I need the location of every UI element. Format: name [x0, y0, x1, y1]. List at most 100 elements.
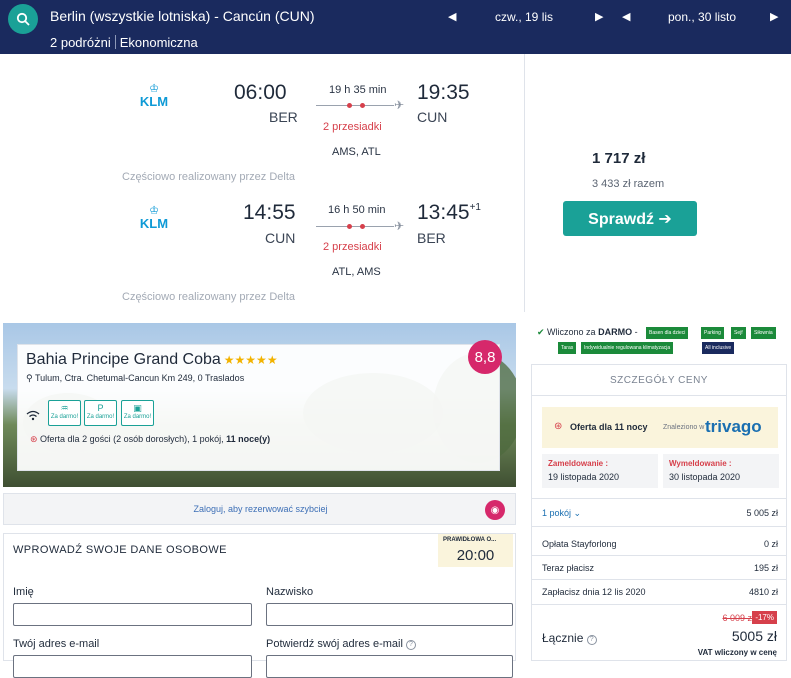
first-name-input[interactable]	[13, 603, 252, 626]
outbound-arrival-code: CUN	[417, 109, 448, 125]
hotel-score-badge: 8,8	[468, 340, 502, 374]
total-value: 5005 zł	[731, 628, 777, 644]
free-label-suffix: -	[632, 327, 638, 337]
old-price: 6 009 zł	[722, 613, 754, 623]
help-icon[interactable]: ?	[586, 635, 597, 645]
check-circle-icon: ✔	[537, 327, 548, 337]
amenity-tag: Basen dla dzieci	[646, 327, 689, 339]
search-button[interactable]	[8, 4, 38, 34]
rooms-value: 5 005 zł	[746, 508, 778, 518]
wifi-icon	[26, 408, 40, 426]
checkin-date: 19 listopada 2020	[548, 472, 620, 482]
fee-label: Opłata Stayforlong	[542, 539, 617, 549]
trivago-offer-box: ⊛ Oferta dla 11 nocy Znaleziono w trivag…	[542, 407, 778, 448]
stayforlong-logo-icon: ◉	[485, 500, 505, 520]
inbound-arrival-time: 13:45+1	[417, 201, 481, 225]
outbound-arrival-time: 19:35	[417, 81, 470, 104]
trivago-logo: trivago	[705, 417, 762, 436]
flight-itinerary-card[interactable]: ♔ KLM 06:00 BER 19 h 35 min ✈ 2 przesiad…	[0, 54, 525, 312]
outbound-via: AMS, ATL	[332, 146, 381, 158]
hotel-info-box: Bahia Principe Grand Coba ★★★★★ ⚲ Tulum, …	[17, 340, 502, 471]
outbound-operated-by: Częściowo realizowany przez Delta	[122, 171, 296, 183]
arrival-time-text: 13:45	[417, 201, 470, 224]
airline-name: KLM	[139, 94, 169, 109]
next-depart-date-button[interactable]: ▶	[595, 10, 603, 23]
email-input[interactable]	[13, 655, 252, 678]
free-amenities-label: ✔ Wliczono za DARMO -	[537, 327, 638, 338]
checkin-box: Zameldowanie : 19 listopada 2020	[542, 454, 658, 488]
email-label: Twój adres e-mail	[13, 638, 100, 650]
amenity-parking: P Za darmo!	[84, 400, 117, 426]
checkout-box: Wymeldowanie : 30 listopada 2020	[663, 454, 779, 488]
passengers-cabin[interactable]: 2 podróżni Ekonomiczna	[50, 35, 198, 50]
stop-dot	[347, 103, 352, 108]
amenity-tag: Sejf	[731, 327, 746, 339]
offer-text: Oferta dla 2 gości (2 osób dorosłych), 1…	[40, 434, 227, 444]
help-icon[interactable]: ?	[406, 640, 416, 650]
stop-dot	[360, 224, 365, 229]
plane-icon: ✈	[394, 98, 405, 112]
inbound-arrival-code: BER	[417, 230, 446, 246]
hotel-offer-summary: ⊛ Oferta dla 2 gości (2 osób dorosłych),…	[30, 434, 270, 445]
free-amenities: ✔ Wliczono za DARMO - Basen dla dzieci P…	[537, 326, 791, 354]
divider	[532, 604, 786, 605]
hotel-address-text: Tulum, Ctra. Chetumal-Cancun Km 249, 0 T…	[34, 373, 245, 383]
discount-icon: ⊛	[30, 434, 41, 444]
amenity-label: Za darmo!	[123, 414, 152, 420]
divider	[532, 526, 786, 527]
amenity-tag: Parking	[701, 327, 724, 339]
offer-validity-box: PRAWIDŁOWA O... 20:00	[438, 534, 513, 567]
checkout-date: 30 listopada 2020	[669, 472, 741, 482]
validity-label: PRAWIDŁOWA O...	[443, 537, 497, 543]
inbound-operated-by: Częściowo realizowany przez Delta	[122, 291, 296, 303]
last-name-input[interactable]	[266, 603, 513, 626]
outbound-departure-code: BER	[269, 109, 298, 125]
amenity-pool: ♒ Za darmo!	[48, 400, 81, 426]
total-label-text: Łącznie	[542, 631, 584, 645]
route-line	[316, 105, 394, 106]
passengers-text: 2 podróżni	[50, 35, 111, 50]
free-label-bold: DARMO	[598, 327, 633, 337]
hotel-stars: ★★★★★	[223, 353, 278, 367]
discount-badge: -17%	[752, 611, 777, 624]
personal-details-form: WPROWADŹ SWOJE DANE OSOBOWE PRAWIDŁOWA O…	[3, 533, 516, 678]
rooms-toggle[interactable]: 1 pokój ⌄	[542, 508, 581, 519]
hotel-name-text: Bahia Principe Grand Coba	[26, 351, 221, 368]
arrival-day-offset: +1	[469, 202, 481, 213]
offer-nights: Oferta dla 11 nocy	[570, 422, 648, 432]
route-line	[316, 226, 394, 227]
checkin-label: Zameldowanie :	[548, 459, 609, 468]
stop-dot	[347, 224, 352, 229]
divider	[114, 35, 116, 49]
validity-time: 20:00	[456, 547, 495, 564]
route-text[interactable]: Berlin (wszystkie lotniska) - Cancún (CU…	[50, 8, 315, 24]
price-details-title: SZCZEGÓŁY CENY	[610, 375, 708, 386]
amenity-tag: Taras	[558, 342, 577, 354]
last-name-label: Nazwisko	[266, 586, 314, 598]
return-date[interactable]: pon., 30 listo	[668, 10, 736, 24]
search-icon	[16, 12, 30, 26]
prev-return-date-button[interactable]: ◀	[622, 10, 630, 23]
email-confirm-input[interactable]	[266, 655, 513, 678]
login-bar[interactable]: Zaloguj, aby rezerwować szybciej ◉	[3, 493, 516, 525]
inbound-via: ATL, AMS	[332, 266, 381, 278]
free-label-prefix: Wliczono za	[547, 327, 599, 337]
chevron-down-icon: ⌄	[573, 508, 582, 518]
check-button[interactable]: Sprawdź ➔	[563, 201, 697, 236]
next-return-date-button[interactable]: ▶	[770, 10, 778, 23]
checkout-label: Wymeldowanie :	[669, 459, 732, 468]
found-in-label: Znaleziono w	[663, 424, 705, 431]
amenity-tag: Siłownia	[751, 327, 776, 339]
offer-nights: 11 noce(y)	[226, 434, 271, 444]
stop-dot	[360, 103, 365, 108]
login-link[interactable]: Zaloguj, aby rezerwować szybciej	[4, 504, 517, 514]
email-confirm-label: Potwierdź swój adres e-mail ?	[266, 638, 416, 650]
prev-depart-date-button[interactable]: ◀	[448, 10, 456, 23]
inbound-departure-time: 14:55	[243, 201, 296, 224]
price-per-person: 1 717 zł	[592, 150, 646, 167]
depart-date[interactable]: czw., 19 lis	[495, 10, 553, 24]
pool-icon: ♒	[60, 403, 69, 413]
amenity-tag: All inclusive	[702, 342, 735, 354]
divider	[532, 579, 786, 580]
crown-icon: ♔	[149, 83, 159, 95]
